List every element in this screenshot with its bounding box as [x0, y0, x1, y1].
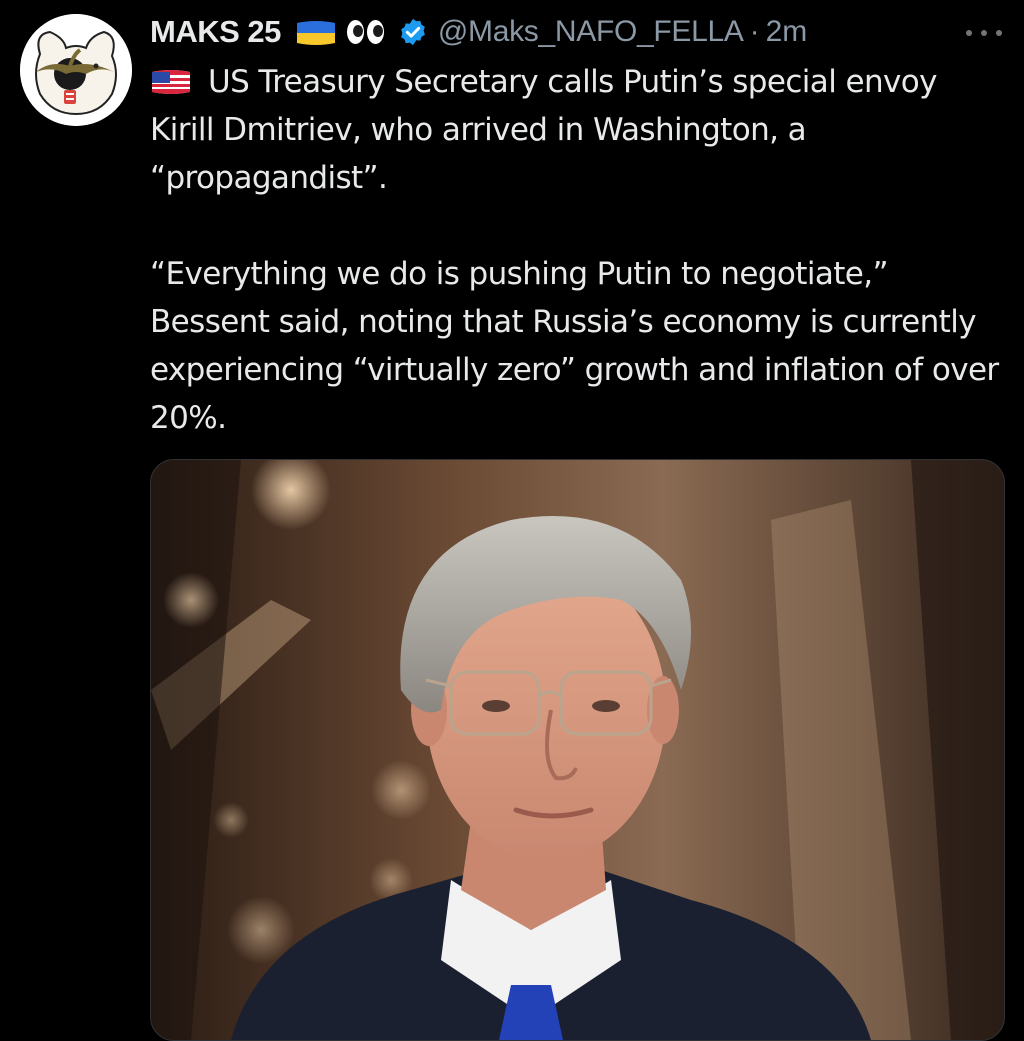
- tweet-paragraph-2: “Everything we do is pushing Putin to ne…: [150, 256, 999, 436]
- tweet-paragraph-1: US Treasury Secretary calls Putin’s spec…: [150, 58, 1010, 202]
- tweet-text: US Treasury Secretary calls Putin’s spec…: [150, 58, 1010, 442]
- ukraine-flag-emoji: [296, 21, 335, 45]
- tweet-media-photo[interactable]: [150, 459, 1005, 1041]
- more-horizontal-icon[interactable]: [966, 18, 1002, 48]
- us-flag-emoji: [152, 70, 190, 94]
- avatar[interactable]: [20, 14, 132, 126]
- tweet[interactable]: MAKS 25 @Maks_NAFO_FELLA · 2m US Treasur…: [0, 0, 1024, 1041]
- handle[interactable]: @Maks_NAFO_FELLA: [438, 15, 744, 49]
- verified-badge-icon[interactable]: [398, 17, 428, 47]
- display-name[interactable]: MAKS 25: [150, 14, 281, 50]
- tweet-header: MAKS 25 @Maks_NAFO_FELLA · 2m: [150, 10, 807, 54]
- timestamp[interactable]: 2m: [766, 15, 808, 49]
- tweet-paragraph-1-text: US Treasury Secretary calls Putin’s spec…: [150, 64, 937, 196]
- separator-dot: ·: [749, 15, 760, 48]
- eyes-emoji: [346, 20, 384, 44]
